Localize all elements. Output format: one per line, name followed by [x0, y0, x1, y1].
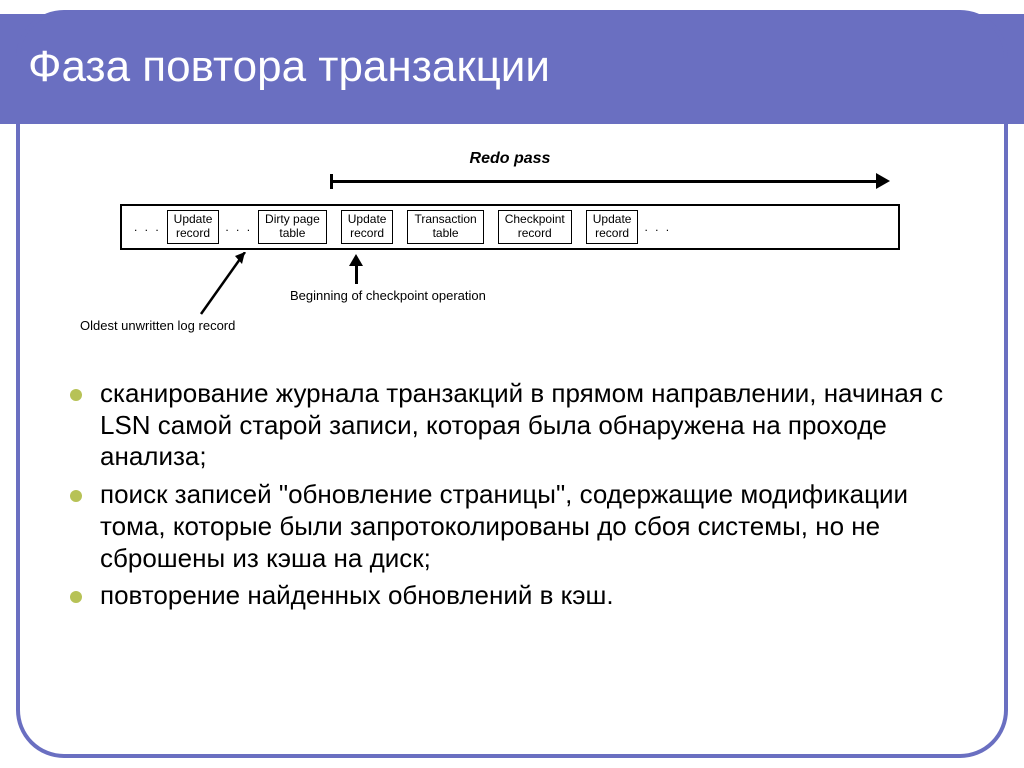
log-cell: Dirty pagetable	[258, 210, 327, 244]
bullet-item: поиск записей "обновление страницы", сод…	[70, 479, 964, 574]
ellipsis-right: . . .	[638, 220, 677, 234]
ellipsis: . . .	[219, 220, 258, 234]
bullet-list: сканирование журнала транзакций в прямом…	[70, 378, 964, 618]
arrow-line-icon	[330, 180, 880, 183]
slide: Фаза повтора транзакции Redo pass . . . …	[0, 0, 1024, 768]
checkpoint-pointer-icon	[346, 254, 366, 284]
log-strip: . . . Updaterecord . . . Dirty pagetable…	[120, 204, 900, 250]
log-cell: Updaterecord	[167, 210, 220, 244]
bullet-item: сканирование журнала транзакций в прямом…	[70, 378, 964, 473]
log-cell: Updaterecord	[341, 210, 394, 244]
oldest-record-pointer-icon	[195, 252, 265, 322]
oldest-record-label: Oldest unwritten log record	[80, 318, 235, 333]
log-cell: Updaterecord	[586, 210, 639, 244]
bullet-item: повторение найденных обновлений в кэш.	[70, 580, 964, 612]
log-cell: Checkpointrecord	[498, 210, 572, 244]
redo-pass-label: Redo pass	[120, 150, 900, 168]
redo-pass-arrow	[330, 174, 890, 190]
log-cell: Transactiontable	[407, 210, 483, 244]
redo-pass-diagram: Redo pass . . . Updaterecord . . . Dirty…	[120, 150, 900, 340]
checkpoint-begin-label: Beginning of checkpoint operation	[290, 288, 486, 303]
ellipsis-left: . . .	[128, 220, 167, 234]
arrow-head-icon	[876, 173, 890, 189]
